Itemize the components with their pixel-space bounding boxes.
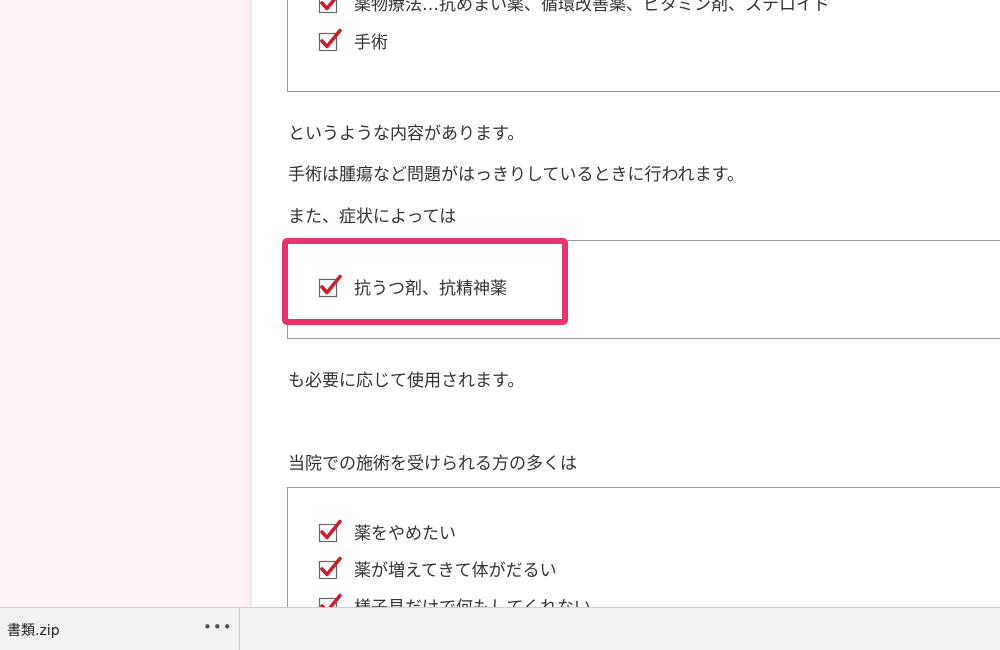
checkbox-checked-icon: [318, 0, 338, 14]
checklist-box: 薬をやめたい 薬が増えてきて体がだるい 様子見だけで何もしてくれない: [287, 487, 1000, 607]
highlight-annotation: [282, 238, 568, 325]
list-item-text: 薬物療法…抗めまい薬、循環改善薬、ビタミン剤、ステロイド: [354, 0, 830, 15]
paragraph: また、症状によっては: [288, 207, 457, 227]
paragraph: も必要に応じて使用されます。: [288, 371, 525, 391]
download-file-name[interactable]: 書類.zip: [7, 620, 60, 640]
list-item: 薬をやめたい: [318, 518, 456, 544]
checkbox-checked-icon: [318, 28, 342, 52]
list-item-text: 薬をやめたい: [354, 523, 456, 544]
left-margin: [0, 0, 252, 607]
list-item: 薬が増えてきて体がだるい: [318, 555, 557, 581]
checkbox-checked-icon: [318, 556, 342, 580]
list-item-text: 薬が増えてきて体がだるい: [354, 560, 557, 581]
more-options-icon[interactable]: •••: [203, 618, 233, 636]
article-content: 薬物療法…抗めまい薬、循環改善薬、ビタミン剤、ステロイド 手術 というような内容…: [252, 0, 1000, 607]
download-item[interactable]: 書類.zip •••: [0, 608, 240, 650]
list-item: 薬物療法…抗めまい薬、循環改善薬、ビタミン剤、ステロイド: [318, 0, 830, 15]
checkbox-checked-icon: [318, 519, 342, 543]
paragraph: 当院での施術を受けられる方の多くは: [288, 454, 577, 474]
list-item-text: 様子見だけで何もしてくれない: [354, 593, 591, 608]
download-bar: 書類.zip •••: [0, 607, 1000, 650]
checklist-box: 薬物療法…抗めまい薬、循環改善薬、ビタミン剤、ステロイド 手術: [287, 0, 1000, 92]
paragraph: というような内容があります。: [288, 124, 525, 144]
list-item-text: 手術: [354, 32, 388, 53]
checkbox-checked-icon: [318, 593, 342, 607]
paragraph: 手術は腫瘍など問題がはっきりしているときに行われます。: [288, 165, 744, 185]
list-item: 手術: [318, 27, 388, 53]
list-item: 様子見だけで何もしてくれない: [318, 592, 591, 607]
